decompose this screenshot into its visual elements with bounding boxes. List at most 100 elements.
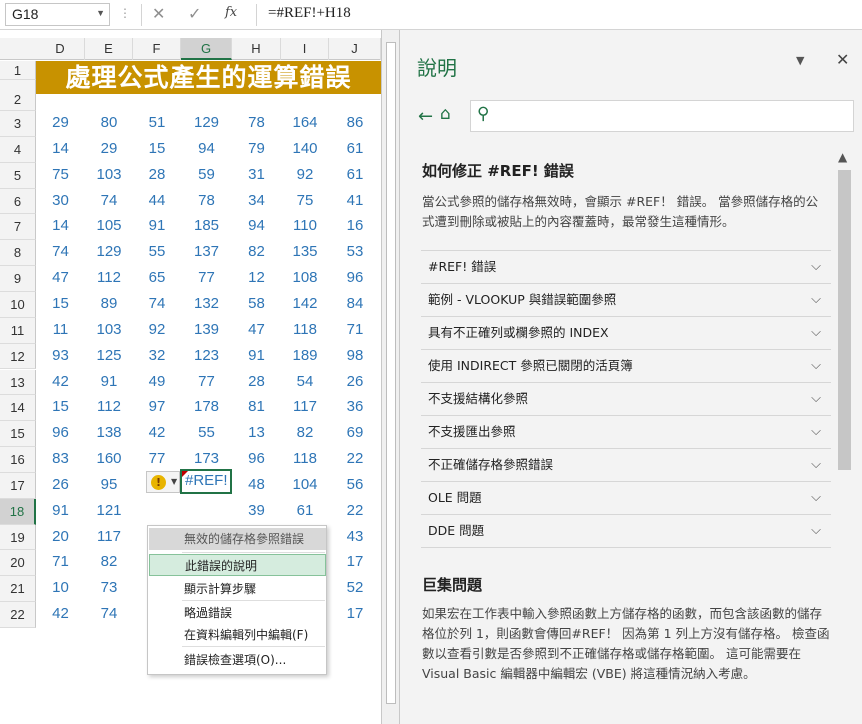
cell-e12[interactable]: 125	[85, 347, 133, 364]
cell-j22[interactable]: 17	[331, 605, 379, 622]
cell-g16[interactable]: 173	[183, 450, 231, 467]
cell-d9[interactable]: 47	[37, 269, 85, 286]
row-header-7[interactable]: 7	[0, 214, 36, 241]
cell-e5[interactable]: 103	[85, 166, 133, 183]
cell-e18[interactable]: 121	[85, 502, 133, 519]
accordion-item-8[interactable]: DDE 問題 ⌵	[421, 514, 831, 546]
cell-i6[interactable]: 75	[281, 192, 329, 209]
cell-g9[interactable]: 77	[183, 269, 231, 286]
cell-j8[interactable]: 53	[331, 243, 379, 260]
cell-h11[interactable]: 47	[233, 321, 281, 338]
cell-h4[interactable]: 79	[233, 140, 281, 157]
cell-d15[interactable]: 96	[37, 424, 85, 441]
cell-j21[interactable]: 52	[331, 579, 379, 596]
cell-h5[interactable]: 31	[233, 166, 281, 183]
scroll-up-icon[interactable]: ▲	[838, 150, 847, 164]
cell-j10[interactable]: 84	[331, 295, 379, 312]
cell-g5[interactable]: 59	[183, 166, 231, 183]
cell-h9[interactable]: 12	[233, 269, 281, 286]
cell-i14[interactable]: 117	[281, 398, 329, 415]
cell-i15[interactable]: 82	[281, 424, 329, 441]
scrollbar-thumb[interactable]	[386, 42, 396, 704]
menu-item-4[interactable]: 在資料編輯列中編輯(F)	[149, 624, 326, 646]
cell-j18[interactable]: 22	[331, 502, 379, 519]
row-header-16[interactable]: 16	[0, 447, 36, 473]
cell-j15[interactable]: 69	[331, 424, 379, 441]
column-header-e[interactable]: E	[85, 38, 133, 60]
accordion-item-7[interactable]: OLE 問題 ⌵	[421, 481, 831, 513]
row-header-1[interactable]: 1	[0, 61, 36, 80]
cell-h16[interactable]: 96	[233, 450, 281, 467]
cell-i12[interactable]: 189	[281, 347, 329, 364]
cell-e19[interactable]: 117	[85, 528, 133, 545]
cell-h17[interactable]: 48	[233, 476, 281, 493]
cell-j19[interactable]: 43	[331, 528, 379, 545]
cancel-icon[interactable]: ✕	[152, 4, 165, 23]
cell-f15[interactable]: 42	[133, 424, 181, 441]
cell-e11[interactable]: 103	[85, 321, 133, 338]
accordion-item-2[interactable]: 具有不正確列或欄參照的 INDEX ⌵	[421, 316, 831, 348]
cell-j6[interactable]: 41	[331, 192, 379, 209]
cell-d7[interactable]: 14	[37, 217, 85, 234]
cell-e20[interactable]: 82	[85, 553, 133, 570]
cell-j11[interactable]: 71	[331, 321, 379, 338]
cell-d17[interactable]: 26	[37, 476, 85, 493]
cell-f10[interactable]: 74	[133, 295, 181, 312]
cell-f12[interactable]: 32	[133, 347, 181, 364]
cell-j5[interactable]: 61	[331, 166, 379, 183]
column-header-h[interactable]: H	[232, 38, 281, 60]
row-header-12[interactable]: 12	[0, 343, 36, 370]
cell-g3[interactable]: 129	[183, 114, 231, 131]
row-header-13[interactable]: 13	[0, 369, 36, 396]
help-search-input[interactable]: ⚲	[470, 100, 854, 132]
cell-g8[interactable]: 137	[183, 243, 231, 260]
close-icon[interactable]: ✕	[836, 50, 849, 69]
cell-i18[interactable]: 61	[281, 502, 329, 519]
cell-g12[interactable]: 123	[183, 347, 231, 364]
cell-d16[interactable]: 83	[37, 450, 85, 467]
error-check-button[interactable]: ! ▼	[146, 471, 180, 493]
cell-g11[interactable]: 139	[183, 321, 231, 338]
cell-d20[interactable]: 71	[37, 553, 85, 570]
cell-i8[interactable]: 135	[281, 243, 329, 260]
cell-d22[interactable]: 42	[37, 605, 85, 622]
cell-g14[interactable]: 178	[183, 398, 231, 415]
formula-input[interactable]: =#REF!+H18	[268, 5, 351, 22]
cell-i3[interactable]: 164	[281, 114, 329, 131]
row-header-3[interactable]: 3	[0, 111, 36, 137]
column-header-j[interactable]: J	[329, 38, 381, 60]
accordion-item-5[interactable]: 不支援匯出參照 ⌵	[421, 415, 831, 447]
cell-j17[interactable]: 56	[331, 476, 379, 493]
cell-f14[interactable]: 97	[133, 398, 181, 415]
cell-h14[interactable]: 81	[233, 398, 281, 415]
cell-f11[interactable]: 92	[133, 321, 181, 338]
cell-j16[interactable]: 22	[331, 450, 379, 467]
accordion-item-3[interactable]: 使用 INDIRECT 參照已關閉的活頁簿 ⌵	[421, 349, 831, 381]
row-header-18[interactable]: 18	[0, 498, 36, 525]
cell-f5[interactable]: 28	[133, 166, 181, 183]
column-header-d[interactable]: D	[36, 38, 85, 60]
cell-d10[interactable]: 15	[37, 295, 85, 312]
cell-f8[interactable]: 55	[133, 243, 181, 260]
row-header-14[interactable]: 14	[0, 395, 36, 422]
help-scrollbar[interactable]: ▲	[836, 150, 853, 724]
menu-item-2[interactable]: 顯示計算步驟	[149, 578, 326, 600]
sheet-title-banner[interactable]: 處理公式產生的運算錯誤	[36, 61, 381, 94]
cell-f4[interactable]: 15	[133, 140, 181, 157]
cell-f6[interactable]: 44	[133, 192, 181, 209]
cell-h8[interactable]: 82	[233, 243, 281, 260]
cell-i11[interactable]: 118	[281, 321, 329, 338]
cell-e8[interactable]: 129	[85, 243, 133, 260]
cell-d13[interactable]: 42	[37, 373, 85, 390]
cell-h13[interactable]: 28	[233, 373, 281, 390]
row-header-21[interactable]: 21	[0, 576, 36, 603]
cell-d12[interactable]: 93	[37, 347, 85, 364]
vertical-scrollbar[interactable]	[381, 30, 400, 724]
cell-e10[interactable]: 89	[85, 295, 133, 312]
cell-i17[interactable]: 104	[281, 476, 329, 493]
accordion-item-6[interactable]: 不正確儲存格參照錯誤 ⌵	[421, 448, 831, 480]
search-icon[interactable]: ⚲	[477, 104, 489, 124]
row-header-2[interactable]: 2	[0, 80, 36, 111]
cell-f3[interactable]: 51	[133, 114, 181, 131]
cell-f9[interactable]: 65	[133, 269, 181, 286]
